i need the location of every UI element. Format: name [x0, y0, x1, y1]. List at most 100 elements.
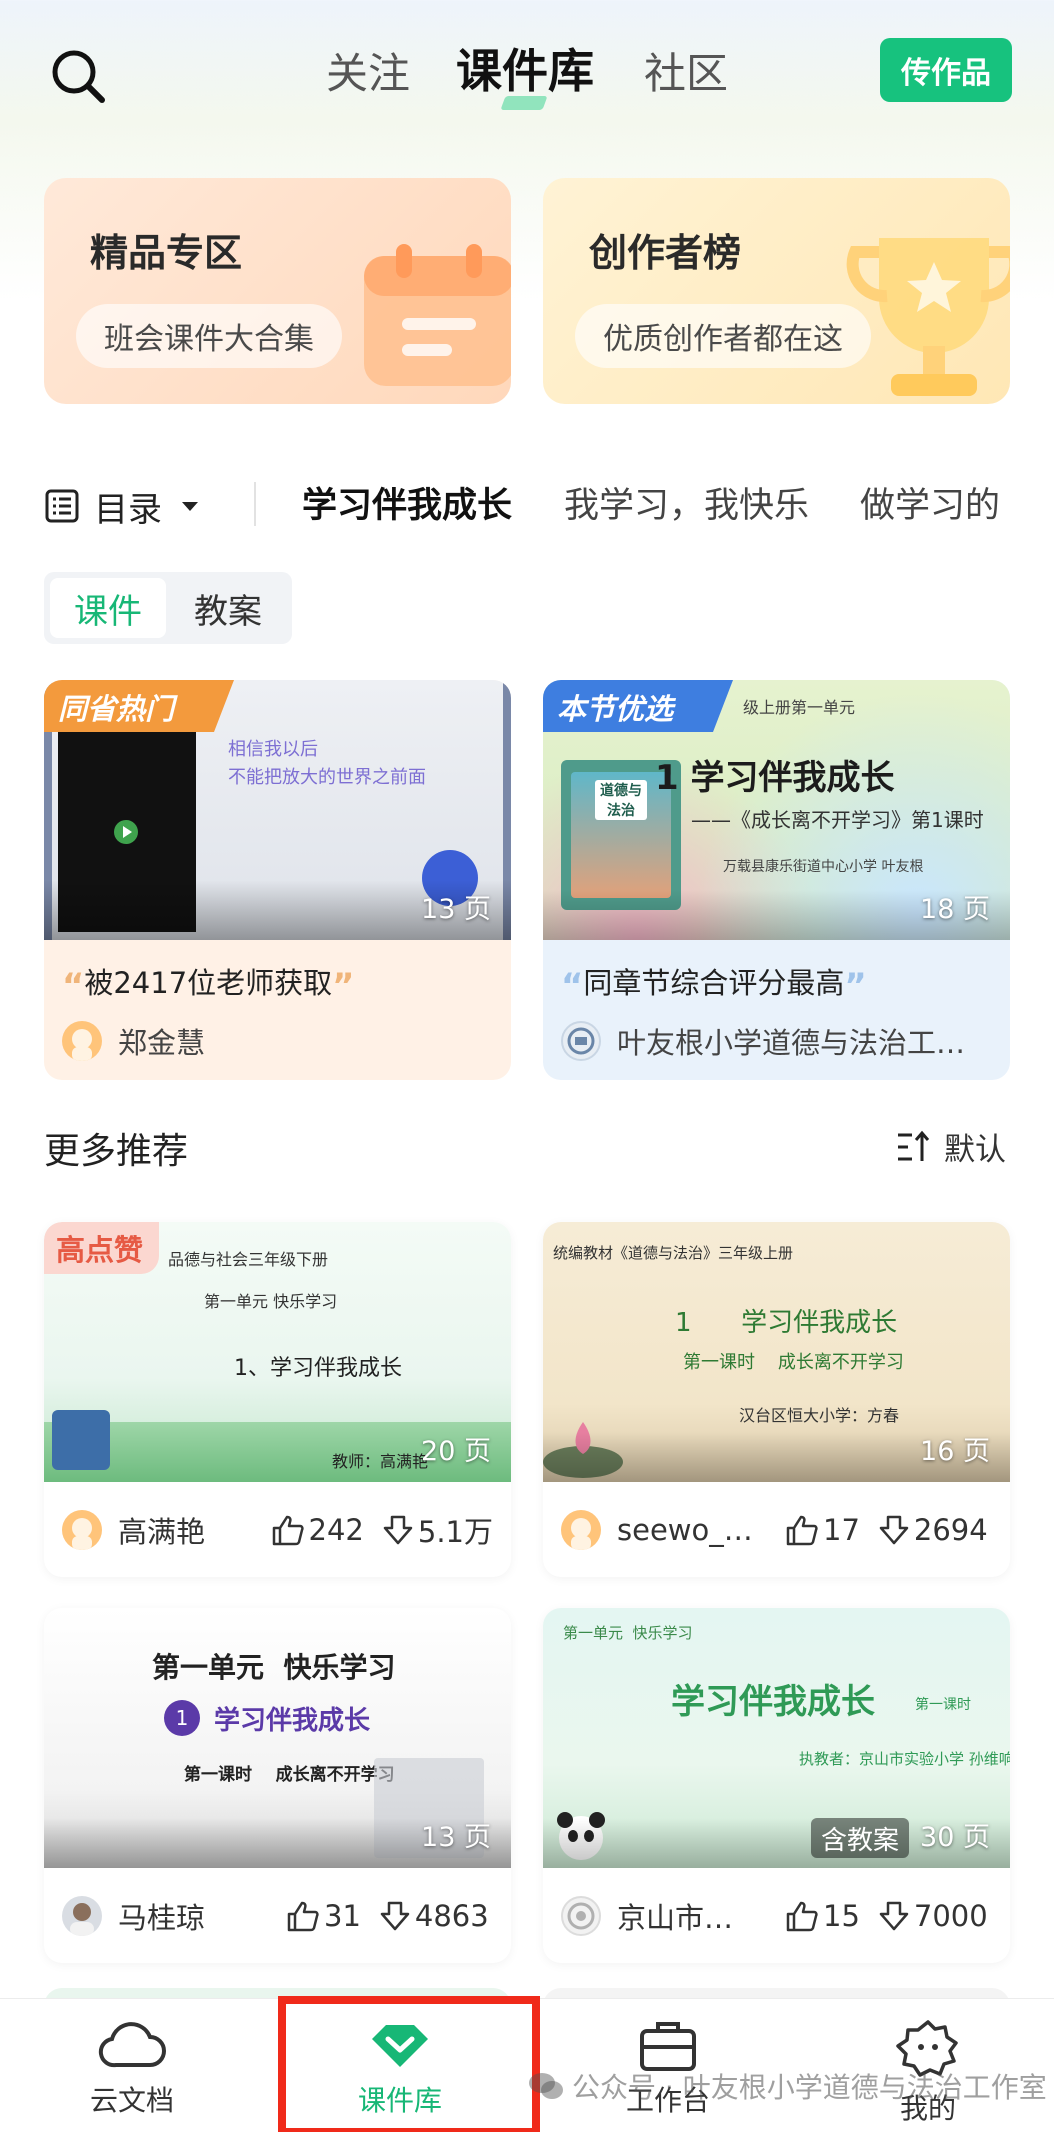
download-icon — [879, 1901, 909, 1931]
courseware-card[interactable]: 第一单元 快乐学习 学习伴我成长 第一课时 执教者：京山市实验小学 孙维响 含教… — [543, 1608, 1010, 1963]
download-icon — [380, 1901, 410, 1931]
avatar-photo-icon — [70, 1903, 94, 1936]
author-row[interactable]: 郑金慧 — [62, 1016, 205, 1066]
thumbs-up-icon — [786, 1515, 818, 1546]
briefcase-icon — [640, 2022, 696, 2071]
avatar — [62, 1021, 102, 1061]
chapter-tab-1[interactable]: 学习伴我成长 — [302, 478, 512, 534]
thumb-text: 教师：高满艳 — [332, 1452, 429, 1471]
like-count[interactable]: 242 — [271, 1513, 364, 1547]
courseware-thumbnail: 第一单元 快乐学习 1 学习伴我成长 第一课时 成长离不开学习 13 页 — [44, 1608, 511, 1868]
thumb-text: 第一单元 快乐学习 — [152, 1651, 396, 1684]
thumb-text: 执教者：京山市实验小学 孙维响 — [799, 1750, 1010, 1768]
thumbs-up-icon — [287, 1901, 319, 1932]
featured-card[interactable]: 相信我以后 不能把放大的世界之前面 13 页 同省热门 “被2417位老师获取”… — [44, 680, 511, 1080]
chapter-tab-3[interactable]: 做学习的 — [860, 478, 1054, 534]
premium-zone-card[interactable]: 精品专区 班会课件大合集 — [44, 178, 511, 404]
courseware-thumbnail: 第一单元 快乐学习 学习伴我成长 第一课时 执教者：京山市实验小学 孙维响 含教… — [543, 1608, 1010, 1868]
sort-button[interactable]: 默认 — [896, 1124, 1006, 1169]
like-count[interactable]: 15 — [785, 1899, 860, 1933]
sort-icon — [898, 1130, 930, 1161]
thumb-text: 第一单元 快乐学习 — [563, 1624, 693, 1642]
badge-label: 同省热门 — [58, 692, 175, 726]
thumb-text: 1 学习伴我成长 — [675, 1308, 898, 1338]
like-count[interactable]: 31 — [286, 1899, 361, 1933]
like-count[interactable]: 17 — [785, 1513, 860, 1547]
nav-label: 云文档 — [89, 2084, 174, 2117]
download-count[interactable]: 5.1万 — [382, 1509, 493, 1551]
highlight-box — [278, 1996, 540, 2132]
cloud-icon — [98, 2022, 166, 2068]
search-icon — [52, 50, 105, 103]
like-value: 242 — [308, 1513, 364, 1547]
featured-card[interactable]: 级上册第一单元 道德与法治 1 学习伴我成长 ——《成长离不开学习》第1课时 万… — [543, 680, 1010, 1080]
thumb-title: 1 学习伴我成长 — [655, 758, 895, 798]
avatar — [62, 1510, 102, 1550]
thumb-subtitle: ——《成长离不开学习》第1课时 — [691, 808, 984, 832]
page-count: 18 页 — [920, 894, 990, 925]
thumb-text: 第一单元 快乐学习 — [204, 1292, 338, 1311]
lesson-plan-tag: 含教案 — [811, 1818, 910, 1858]
thumb-text: 级上册第一单元 — [743, 698, 856, 717]
page-count: 13 页 — [421, 894, 491, 925]
courseware-card[interactable]: 品德与社会三年级下册 第一单元 快乐学习 1、学习伴我成长 教师：高满艳 20 … — [44, 1222, 511, 1577]
nav-cloud-docs[interactable]: 云文档 — [42, 2019, 222, 2129]
thumb-school: 万载县康乐街道中心小学 叶友根 — [723, 859, 924, 875]
courseware-card[interactable]: 第一单元 快乐学习 1 学习伴我成长 第一课时 成长离不开学习 13 页 马桂琼… — [44, 1608, 511, 1963]
author-name: 高满艳 — [118, 1515, 206, 1549]
book-label: 道德与法治 — [595, 780, 647, 820]
play-icon — [114, 820, 138, 844]
tab-courseware[interactable]: 课件库 — [456, 41, 594, 101]
watermark-text: 公众号 · 叶友根小学道德与法治工作室 — [572, 2071, 1047, 2104]
author-row[interactable]: 叶友根小学道德与法治工… — [561, 1016, 965, 1066]
featured-quote: “同章节综合评分最高” — [561, 966, 867, 1006]
thumb-text: 不能把放大的世界之前面 — [228, 767, 426, 788]
caret-down-icon — [182, 502, 198, 511]
calendar-icon — [364, 244, 511, 386]
thumb-text: 学习伴我成长 — [671, 1682, 875, 1722]
segment-lesson-plan[interactable]: 教案 — [170, 578, 286, 638]
thumb-text: 第一课时 成长离不开学习 — [683, 1352, 904, 1373]
banner-title: 创作者榜 — [589, 231, 742, 275]
banner-subtitle: 班会课件大合集 — [76, 304, 342, 368]
author-name: 郑金慧 — [118, 1026, 206, 1060]
segment-courseware[interactable]: 课件 — [50, 578, 166, 638]
school-emblem-icon — [567, 1902, 595, 1930]
author-name: seewo_… — [617, 1513, 753, 1547]
creator-rank-card[interactable]: 创作者榜 优质创作者都在这 — [543, 178, 1010, 404]
avatar — [561, 1021, 601, 1061]
search-button[interactable] — [44, 42, 114, 112]
author-name: 京山市… — [617, 1901, 734, 1935]
thumb-text: 统编教材《道德与法治》三年级上册 — [553, 1244, 794, 1262]
thumb-text: 第一课时 — [915, 1697, 971, 1713]
avatar-icon — [72, 1518, 92, 1550]
trophy-icon — [846, 238, 1010, 396]
card-footer: 高满艳 242 5.1万 — [62, 1500, 493, 1560]
divider — [254, 482, 256, 526]
quote-text: 被2417位老师获取 — [84, 966, 333, 1000]
page-count: 16 页 — [920, 1436, 990, 1467]
download-icon — [383, 1515, 413, 1545]
like-value: 15 — [823, 1899, 860, 1933]
banner-title: 精品专区 — [90, 231, 243, 275]
download-count[interactable]: 7000 — [878, 1899, 988, 1933]
author-name: 叶友根小学道德与法治工… — [617, 1026, 966, 1060]
avatar — [561, 1510, 601, 1550]
upload-work-button[interactable]: 传作品 — [880, 38, 1012, 102]
avatar-icon — [571, 1518, 591, 1550]
download-value: 7000 — [913, 1899, 988, 1933]
thumb-text: 学习伴我成长 — [214, 1706, 371, 1736]
card-footer: 马桂琼 31 4863 — [62, 1886, 493, 1946]
tab-community[interactable]: 社区 — [644, 44, 728, 104]
catalog-dropdown[interactable]: 目录 — [44, 478, 202, 534]
download-value: 4863 — [414, 1899, 489, 1933]
download-count[interactable]: 4863 — [379, 1899, 489, 1933]
thumbs-up-icon — [272, 1515, 304, 1546]
author-name: 马桂琼 — [118, 1901, 206, 1935]
download-count[interactable]: 2694 — [878, 1513, 988, 1547]
list-icon — [45, 489, 79, 523]
tab-follow[interactable]: 关注 — [326, 44, 410, 104]
chapter-tab-2[interactable]: 我学习，我快乐 — [564, 478, 809, 534]
courseware-card[interactable]: 统编教材《道德与法治》三年级上册 1 学习伴我成长 第一课时 成长离不开学习 汉… — [543, 1222, 1010, 1577]
thumb-text: 汉台区恒大小学：方春 — [739, 1406, 900, 1425]
